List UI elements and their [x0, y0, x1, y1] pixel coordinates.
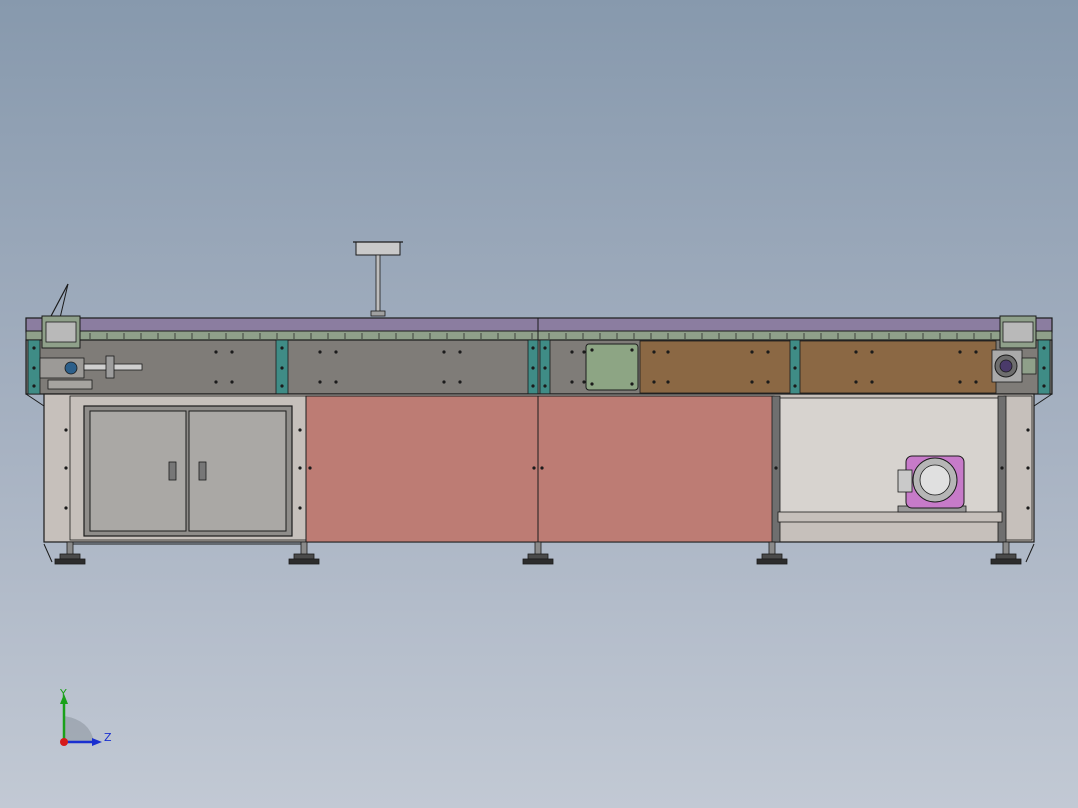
bolt-hole [1042, 384, 1046, 388]
axis-y-label: Y [60, 687, 67, 700]
bolt-hole [280, 384, 284, 388]
bolt-hole [870, 350, 874, 354]
bolt-hole [298, 506, 302, 510]
cabinet-doors[interactable] [72, 405, 304, 545]
orientation-triad[interactable]: Y Z [50, 686, 130, 756]
bolt-hole [666, 380, 670, 384]
leveling-foot [54, 541, 86, 565]
bolt-hole [540, 466, 544, 470]
motor-bay [771, 395, 1007, 543]
bolt-hole [1000, 466, 1004, 470]
bolt-hole [1042, 346, 1046, 350]
bolt-hole [570, 380, 574, 384]
bolt-hole [1026, 428, 1030, 432]
bolt-hole [318, 350, 322, 354]
bolt-hole [974, 380, 978, 384]
bolt-hole [214, 380, 218, 384]
bolt-hole [582, 380, 586, 384]
leveling-foot [522, 541, 554, 565]
bolt-hole [766, 380, 770, 384]
antenna [49, 283, 69, 319]
leveling-feet [43, 541, 1035, 565]
bolt-hole [793, 366, 797, 370]
bolt-hole [793, 384, 797, 388]
bolt-hole [32, 384, 36, 388]
bolt-hole [630, 382, 634, 386]
bolt-hole [280, 366, 284, 370]
bolt-hole [652, 380, 656, 384]
bolt-hole [652, 350, 656, 354]
bolt-hole [214, 350, 218, 354]
bolt-hole [543, 366, 547, 370]
bolt-hole [334, 350, 338, 354]
bolt-hole [958, 350, 962, 354]
bolt-hole [630, 348, 634, 352]
bolt-hole [318, 380, 322, 384]
bolt-hole [543, 384, 547, 388]
bolt-hole [793, 346, 797, 350]
bolt-hole [531, 366, 535, 370]
bolt-hole [1042, 366, 1046, 370]
bolt-hole [64, 506, 68, 510]
bolt-hole [32, 366, 36, 370]
bolt-hole [1026, 466, 1030, 470]
bolt-hole [64, 466, 68, 470]
side-panels [305, 395, 775, 543]
bolt-hole [298, 428, 302, 432]
bolt-hole [532, 466, 536, 470]
top-rail [25, 317, 1053, 342]
bolt-hole [590, 382, 594, 386]
bolt-hole [64, 428, 68, 432]
bolt-hole [666, 350, 670, 354]
bolt-hole [531, 346, 535, 350]
bolt-hole [958, 380, 962, 384]
bolt-hole [854, 380, 858, 384]
axis-z-label: Z [104, 731, 112, 744]
bolt-hole [750, 380, 754, 384]
bolt-hole [442, 350, 446, 354]
cad-viewport[interactable]: Y Z [0, 0, 1078, 808]
conveyor-model[interactable] [0, 0, 1078, 808]
leveling-foot [288, 541, 320, 565]
bolt-hole [582, 350, 586, 354]
bolt-hole [974, 350, 978, 354]
side-plates [25, 339, 1053, 395]
sensor-probe [353, 241, 403, 317]
bolt-hole [458, 350, 462, 354]
bolt-hole [308, 466, 312, 470]
bolt-hole [570, 350, 574, 354]
bolt-hole [230, 380, 234, 384]
bolt-hole [230, 350, 234, 354]
bolt-hole [334, 380, 338, 384]
bolt-hole [280, 346, 284, 350]
bolt-hole [590, 348, 594, 352]
leveling-foot [990, 541, 1022, 565]
bolt-hole [458, 380, 462, 384]
bolt-hole [774, 466, 778, 470]
leveling-foot [756, 541, 788, 565]
bolt-hole [32, 346, 36, 350]
bolt-hole [750, 350, 754, 354]
bolt-hole [870, 380, 874, 384]
bolt-hole [543, 346, 547, 350]
bolt-hole [766, 350, 770, 354]
bolt-hole [531, 384, 535, 388]
bolt-hole [1026, 506, 1030, 510]
bolt-hole [854, 350, 858, 354]
bolt-hole [298, 466, 302, 470]
bolt-hole [442, 380, 446, 384]
